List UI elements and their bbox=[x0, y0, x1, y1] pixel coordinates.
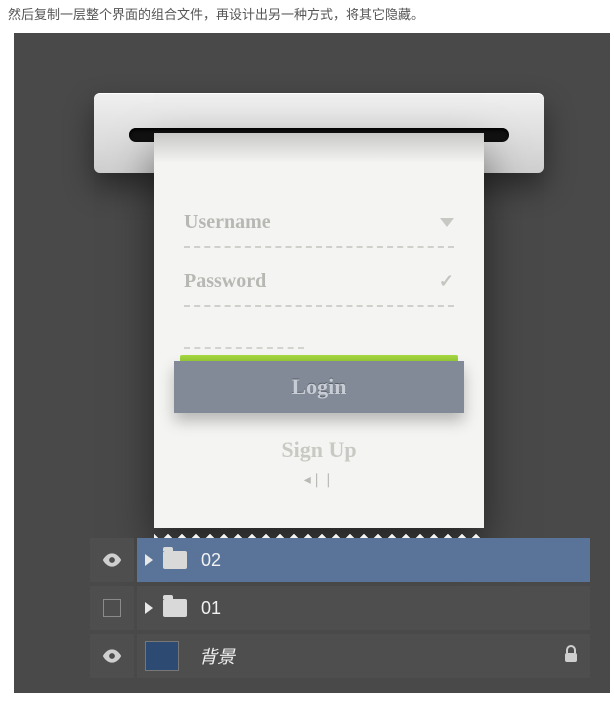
expand-arrow-icon[interactable] bbox=[145, 554, 153, 566]
password-label: Password bbox=[184, 270, 266, 293]
visibility-toggle[interactable] bbox=[90, 538, 134, 582]
chevron-down-icon bbox=[440, 218, 454, 227]
login-button-label: Login bbox=[291, 374, 346, 400]
eye-icon bbox=[102, 553, 122, 567]
layer-name: 02 bbox=[201, 550, 580, 571]
design-canvas: Username Password ✓ Login Sign Up ◂❘❘ bbox=[14, 33, 610, 693]
signup-link[interactable]: Sign Up bbox=[184, 437, 454, 463]
visibility-toggle[interactable] bbox=[90, 634, 134, 678]
paper-zigzag-edge bbox=[154, 528, 484, 538]
layer-name: 背景 bbox=[199, 643, 562, 669]
layer-name: 01 bbox=[201, 598, 580, 619]
username-label: Username bbox=[184, 211, 271, 234]
layer-body[interactable]: 背景 bbox=[137, 634, 590, 678]
layers-panel: 02 01 背景 bbox=[90, 538, 590, 678]
layer-body[interactable]: 02 bbox=[137, 538, 590, 582]
check-icon: ✓ bbox=[439, 271, 454, 292]
lock-icon[interactable] bbox=[562, 644, 580, 669]
visibility-toggle[interactable] bbox=[90, 586, 134, 630]
layer-row[interactable]: 02 bbox=[90, 538, 590, 582]
eye-icon bbox=[102, 649, 122, 663]
login-button[interactable]: Login bbox=[174, 361, 464, 413]
layer-thumbnail bbox=[145, 641, 179, 671]
password-field[interactable]: Password ✓ bbox=[184, 262, 454, 307]
layer-row[interactable]: 背景 bbox=[90, 634, 590, 678]
short-dash-line bbox=[184, 347, 304, 349]
folder-icon bbox=[163, 599, 187, 617]
layer-row[interactable]: 01 bbox=[90, 586, 590, 630]
login-receipt-paper: Username Password ✓ Login Sign Up ◂❘❘ bbox=[154, 133, 484, 528]
login-button-wrap: Login bbox=[174, 355, 464, 415]
sound-icon: ◂❘❘ bbox=[184, 471, 454, 488]
instruction-text: 然后复制一层整个界面的组合文件，再设计出另一种方式，将其它隐藏。 bbox=[0, 0, 614, 33]
expand-arrow-icon[interactable] bbox=[145, 602, 153, 614]
visibility-off-icon bbox=[103, 599, 121, 617]
folder-icon bbox=[163, 551, 187, 569]
layer-body[interactable]: 01 bbox=[137, 586, 590, 630]
username-field[interactable]: Username bbox=[184, 203, 454, 248]
